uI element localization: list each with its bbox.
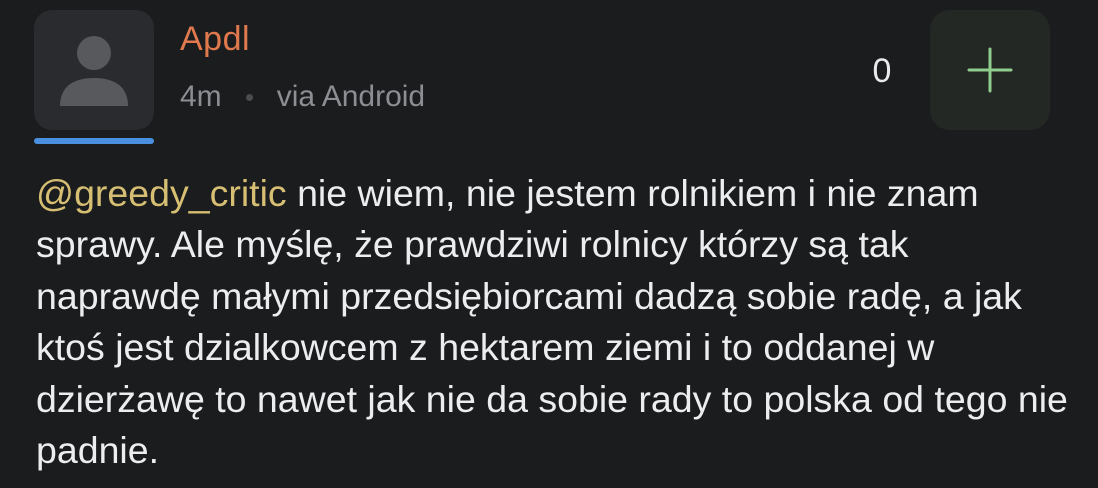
user-mention-link[interactable]: @greedy_critic — [36, 172, 287, 214]
comment-text: nie wiem, nie jestem rolnikiem i nie zna… — [36, 172, 1068, 472]
author-avatar[interactable] — [34, 10, 154, 144]
vote-score: 0 — [872, 52, 892, 90]
default-user-icon — [60, 36, 128, 106]
avatar-underline — [34, 138, 154, 144]
avatar[interactable] — [34, 10, 154, 130]
comment-card: Apdl 4m via Android 0 @greedy_critic nie… — [0, 0, 1098, 488]
plus-icon — [967, 47, 1013, 93]
comment-body: @greedy_critic nie wiem, nie jestem roln… — [36, 168, 1076, 476]
comment-time: 4m — [180, 80, 222, 113]
upvote-button[interactable] — [930, 10, 1050, 130]
separator-dot — [245, 93, 253, 101]
comment-source: via Android — [276, 80, 426, 113]
comment-meta: 4m via Android — [180, 80, 425, 114]
author-name[interactable]: Apdl — [180, 20, 250, 59]
